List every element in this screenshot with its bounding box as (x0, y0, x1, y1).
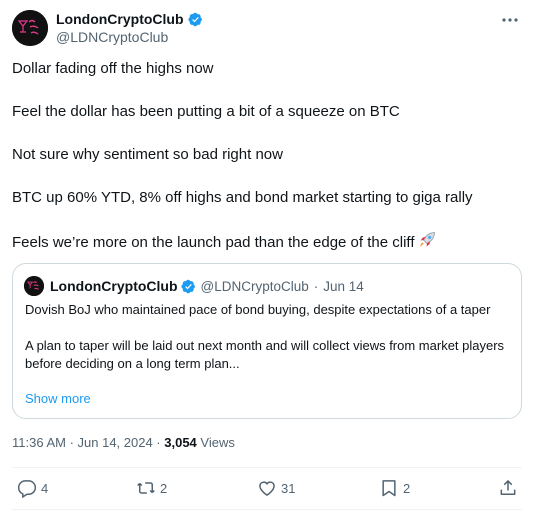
tweet-line: Feel the dollar has been putting a bit o… (12, 103, 400, 120)
like-button[interactable]: 31 (257, 478, 295, 498)
quoted-tweet[interactable]: LondonCryptoClub @LDNCryptoClub · Jun 14… (12, 263, 522, 419)
tweet-line: BTC up 60% YTD, 8% off highs and bond ma… (12, 189, 473, 206)
author-name[interactable]: LondonCryptoClub (56, 11, 184, 27)
like-icon (259, 481, 275, 496)
bookmark-button[interactable]: 2 (379, 478, 410, 498)
avatar-logo (24, 276, 44, 296)
timestamp-date[interactable]: 11:36 AM · Jun 14, 2024 · (12, 435, 164, 450)
share-button[interactable] (498, 478, 518, 498)
show-more-link[interactable]: Show more (25, 391, 91, 406)
rocket-icon (420, 232, 436, 247)
quoted-avatar (24, 276, 44, 296)
quoted-author-name: LondonCryptoClub (50, 278, 178, 294)
divider (12, 509, 522, 510)
repost-count: 2 (160, 480, 168, 496)
tweet-header: LondonCryptoClub @LDNCryptoClub (12, 10, 524, 46)
views-label: Views (196, 435, 235, 450)
reply-icon (17, 480, 37, 498)
action-bar: 4 2 31 2 (0, 470, 534, 506)
verified-badge-icon (187, 12, 202, 26)
quoted-handle: @LDNCryptoClub (200, 278, 309, 294)
quoted-separator: · (313, 278, 319, 294)
verified-badge-icon (180, 279, 195, 293)
tweet-line-with-emoji: Feels we’re more on the launch pad than … (12, 231, 436, 253)
bookmark-icon (382, 480, 396, 497)
avatar[interactable] (12, 10, 48, 46)
quoted-paragraph: A plan to taper will be laid out next mo… (25, 338, 505, 371)
share-icon (500, 480, 516, 495)
tweet-line: Not sure why sentiment so bad right now (12, 146, 283, 163)
tweet-line: Feels we’re more on the launch pad than … (12, 234, 415, 251)
tweet-line: Dollar fading off the highs now (12, 60, 214, 77)
quoted-text: Dovish BoJ who maintained pace of bond b… (25, 301, 505, 373)
reply-count: 4 (41, 480, 49, 496)
divider (12, 467, 522, 468)
bookmark-count: 2 (403, 480, 411, 496)
repost-icon (137, 482, 155, 494)
quoted-date: Jun 14 (323, 278, 364, 294)
reply-button[interactable]: 4 (17, 478, 48, 498)
author-name-row: LondonCryptoClub (56, 11, 203, 27)
author-handle[interactable]: @LDNCryptoClub (56, 29, 168, 45)
quoted-tweet-header: LondonCryptoClub @LDNCryptoClub · Jun 14 (24, 276, 364, 296)
views-count: 3,054 (164, 435, 197, 450)
tweet-timestamp: 11:36 AM · Jun 14, 2024 · 3,054 Views (12, 435, 235, 450)
quoted-paragraph: Dovish BoJ who maintained pace of bond b… (25, 302, 491, 317)
like-count: 31 (281, 480, 296, 496)
more-icon[interactable] (500, 10, 520, 30)
repost-button[interactable]: 2 (136, 478, 167, 498)
avatar-logo (12, 10, 48, 46)
